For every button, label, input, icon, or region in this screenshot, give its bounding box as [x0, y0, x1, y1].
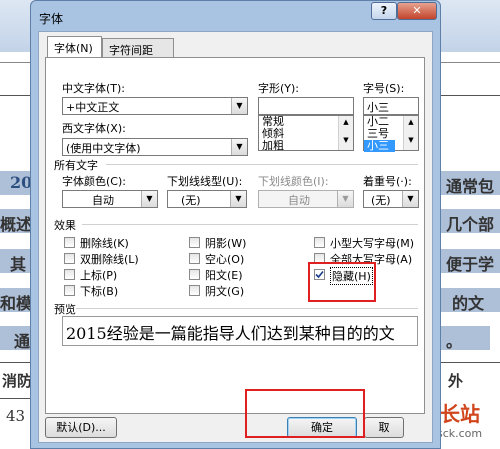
dialog-title: 字体	[39, 12, 64, 26]
underline-color-label: 下划线颜色(I):	[258, 175, 329, 188]
emphasis-label: 着重号(·):	[363, 175, 412, 188]
size-input[interactable]: 小三	[363, 97, 419, 115]
underline-style-label: 下划线线型(U):	[167, 175, 243, 188]
small-caps-checkbox[interactable]	[314, 237, 325, 248]
close-button[interactable]: ✕	[397, 2, 437, 20]
chevron-down-icon: ▼	[402, 191, 418, 207]
western-font-combo[interactable]: (使用中文字体) ▼	[62, 138, 248, 156]
underline-color-combo[interactable]: 自动 ▼	[258, 190, 354, 208]
subscript-checkbox[interactable]	[64, 285, 75, 296]
effects-section: 效果	[54, 219, 76, 232]
emboss-label: 阳文(E)	[205, 269, 243, 282]
tab-page-font: 中文字体(T): +中文正文 ▼ 西文字体(X): (使用中文字体) ▼ 字形(…	[45, 57, 425, 414]
preview-section: 预览	[54, 303, 76, 316]
style-scrollbar[interactable]: ▲ ▼	[338, 116, 353, 150]
chevron-down-icon: ▼	[337, 191, 353, 207]
chevron-down-icon: ▼	[230, 191, 246, 207]
section-divider	[106, 164, 418, 165]
subscript-label: 下标(B)	[80, 285, 119, 298]
east-asian-font-value: +中文正文	[66, 101, 120, 114]
size-value: 小三	[367, 101, 389, 114]
shadow-label: 阴影(W)	[205, 237, 247, 250]
help-button[interactable]: ?	[371, 2, 397, 20]
doc-line-1-right: 通常包	[446, 177, 495, 196]
shadow-checkbox[interactable]	[189, 237, 200, 248]
highlight-box-hidden	[308, 262, 376, 302]
emphasis-combo[interactable]: (无) ▼	[363, 190, 419, 208]
style-label: 字形(Y):	[258, 82, 300, 95]
superscript-label: 上标(P)	[80, 269, 118, 282]
style-list[interactable]: 常规 倾斜 加粗 ▲ ▼	[258, 115, 354, 152]
dialog-titlebar[interactable]: 字体 ? ✕	[31, 1, 440, 31]
doc-line-3-right: 便于学	[446, 255, 495, 274]
underline-style-value: (无)	[181, 194, 201, 207]
doc-line-6-right: 外	[448, 372, 464, 390]
all-text-section: 所有文字	[54, 159, 98, 172]
default-button[interactable]: 默认(D)...	[45, 417, 117, 438]
strikethrough-label: 删除线(K)	[80, 237, 129, 250]
double-strikethrough-label: 双删除线(L)	[80, 253, 139, 266]
section-divider	[76, 308, 418, 309]
emphasis-value: (无)	[371, 194, 391, 207]
font-color-value: 自动	[92, 194, 114, 207]
chevron-down-icon: ▼	[231, 139, 247, 155]
chevron-down-icon: ▼	[231, 98, 247, 114]
doc-line-4-right: 的文	[452, 294, 485, 313]
font-color-combo[interactable]: 自动 ▼	[62, 190, 158, 208]
tab-font[interactable]: 字体(N)	[47, 36, 102, 58]
engrave-checkbox[interactable]	[189, 285, 200, 296]
western-font-value: (使用中文字体)	[66, 142, 141, 155]
size-option-selected[interactable]: 小三	[364, 140, 395, 152]
east-asian-font-combo[interactable]: +中文正文 ▼	[62, 97, 248, 115]
doc-line-6-left: 消防	[2, 372, 33, 390]
doc-line-5-right: 。	[446, 332, 463, 351]
doc-line-5-left: 通	[14, 332, 31, 351]
double-strikethrough-checkbox[interactable]	[64, 253, 75, 264]
tab-character-spacing[interactable]: 字符间距(R)	[102, 38, 174, 71]
underline-style-combo[interactable]: (无) ▼	[167, 190, 247, 208]
size-scrollbar[interactable]: ▲ ▼	[403, 116, 418, 150]
east-asian-font-label: 中文字体(T):	[62, 82, 126, 95]
chevron-down-icon: ▼	[141, 191, 157, 207]
size-label: 字号(S):	[363, 82, 405, 95]
highlight-box-ok	[245, 389, 365, 438]
style-input[interactable]	[258, 97, 354, 115]
engrave-label: 阴文(G)	[205, 285, 245, 298]
doc-line-2-right: 几个部	[446, 215, 495, 234]
superscript-checkbox[interactable]	[64, 269, 75, 280]
strikethrough-checkbox[interactable]	[64, 237, 75, 248]
doc-line-3-left: 其	[10, 255, 27, 274]
cancel-button[interactable]: 取	[364, 417, 404, 438]
western-font-label: 西文字体(X):	[62, 122, 126, 135]
size-list[interactable]: 小二 三号 小三 ▲ ▼	[363, 115, 419, 152]
outline-label: 空心(O)	[205, 253, 245, 266]
doc-line-7-left: 43	[6, 407, 26, 425]
font-color-label: 字体颜色(C):	[62, 175, 126, 188]
outline-checkbox[interactable]	[189, 253, 200, 264]
font-dialog: 字体 ? ✕ 字体(N) 字符间距(R) 中文字体(T): +中文正文 ▼ 西文…	[30, 0, 441, 449]
preview-text: 2015经验是一篇能指导人们达到某种目的的文	[66, 324, 395, 343]
emboss-checkbox[interactable]	[189, 269, 200, 280]
doc-line-2-left: 概述	[0, 215, 33, 234]
section-divider	[82, 224, 418, 225]
preview-box: 2015经验是一篇能指导人们达到某种目的的文	[62, 316, 418, 346]
dialog-client: 字体(N) 字符间距(R) 中文字体(T): +中文正文 ▼ 西文字体(X): …	[38, 31, 433, 443]
doc-line-4-left: 和模	[0, 294, 33, 313]
underline-color-value: 自动	[288, 194, 310, 207]
small-caps-label: 小型大写字母(M)	[330, 237, 415, 250]
